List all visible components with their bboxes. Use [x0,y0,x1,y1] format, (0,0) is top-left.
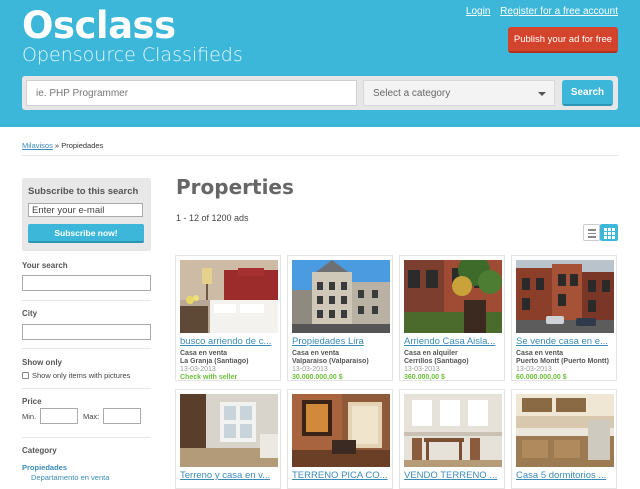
listing-title[interactable]: VENDO TERRENO ... [404,470,504,481]
logo-subtitle: Opensource Classifieds [22,44,243,66]
register-link[interactable]: Register for a free account [500,6,618,17]
breadcrumb-current: Propiedades [61,141,104,150]
your-search-input[interactable] [22,275,151,291]
results-count: 1 - 12 of 1200 ads [176,213,249,223]
listing-date: 13-03-2013 [292,366,328,373]
show-only-label: Show only [22,358,62,367]
listing-location: Puerto Montt (Puerto Montt) [516,358,609,365]
listing-title[interactable]: Propiedades Lira [292,336,392,347]
city-label: City [22,309,38,318]
subscribe-button[interactable]: Subscribe now! [28,224,144,243]
listing-card[interactable]: VENDO TERRENO ... [399,389,505,489]
listing-location: Valparaíso (Valparaíso) [292,358,369,365]
listing-card[interactable]: Terreno y casa en v... [175,389,281,489]
listing-price: 60.000.000,00 $ [516,374,567,381]
listing-photo[interactable] [292,260,390,333]
subscribe-box: Subscribe to this search Enter your e-ma… [22,178,151,251]
listing-title[interactable]: TERRENO PICA CO... [292,470,392,481]
listing-title[interactable]: busco arriendo de c... [180,336,280,347]
listing-title[interactable]: Casa 5 dormitorios ... [516,470,616,481]
email-field[interactable]: Enter your e-mail [28,203,143,217]
account-links: Login Register for a free account [459,6,618,17]
site-header: Osclass Opensource Classifieds Login Reg… [0,0,640,127]
login-link[interactable]: Login [466,6,490,17]
search-input[interactable]: ie. PHP Programmer [26,80,357,106]
listing-card[interactable]: busco arriendo de c... Casa en venta La … [175,255,281,381]
listing-title[interactable]: Terreno y casa en v... [180,470,280,481]
pictures-checkbox-label: Show only items with pictures [32,371,131,380]
listing-location: La Granja (Santiago) [180,358,249,365]
listing-photo[interactable] [404,394,502,467]
breadcrumb-separator: » [52,141,62,150]
listing-title[interactable]: Arriendo Casa Aisla... [404,336,504,347]
chevron-down-icon [538,92,546,96]
category-label: Category [22,446,57,455]
category-link-propiedades[interactable]: Propiedades [22,463,67,472]
listing-photo[interactable] [180,394,278,467]
search-button[interactable]: Search [562,80,613,106]
listing-card[interactable]: TERRENO PICA CO... [287,389,393,489]
divider [22,437,151,438]
price-label: Price [22,397,42,406]
city-input[interactable] [22,324,151,340]
listing-price: 360.000,00 $ [404,374,445,381]
listing-photo[interactable] [404,260,502,333]
breadcrumb-home[interactable]: Milavisos [22,141,53,150]
listing-type: Casa en venta [516,350,564,357]
divider [22,300,151,301]
listing-location: Cerrillos (Santiago) [404,358,469,365]
listing-title[interactable]: Se vende casa en e... [516,336,616,347]
listing-card[interactable]: Casa 5 dormitorios ... [511,389,617,489]
logo-title[interactable]: Osclass [22,4,176,47]
listing-card[interactable]: Propiedades Lira Casa en venta Valparaís… [287,255,393,381]
category-link-departamento[interactable]: Departamento en venta [31,473,109,482]
pictures-filter[interactable]: Show only items with pictures [22,371,130,380]
divider [22,348,151,349]
page-title: Properties [176,175,294,199]
publish-ad-button[interactable]: Publish your ad for free [508,27,618,53]
listing-card[interactable]: Se vende casa en e... Casa en venta Puer… [511,255,617,381]
your-search-label: Your search [22,261,68,270]
listing-photo[interactable] [516,394,614,467]
pictures-checkbox[interactable] [22,372,29,379]
category-select-label: Select a category [373,87,451,99]
listing-photo[interactable] [516,260,614,333]
divider [22,388,151,389]
search-bar: ie. PHP Programmer Select a category Sea… [22,76,618,110]
listing-type: Casa en venta [180,350,228,357]
listing-date: 13-03-2013 [516,366,552,373]
category-select[interactable]: Select a category [363,80,555,106]
listing-photo[interactable] [292,394,390,467]
listing-photo[interactable] [180,260,278,333]
list-view-button[interactable] [583,224,600,241]
subscribe-title: Subscribe to this search [28,186,139,197]
divider [22,155,618,156]
grid-view-button[interactable] [600,224,618,241]
listing-price: 30.000.000,00 $ [292,374,343,381]
min-price-input[interactable] [40,408,78,424]
listing-date: 13-03-2013 [404,366,440,373]
listing-date: 13-03-2013 [180,366,216,373]
min-label: Min. [22,412,37,421]
listing-card[interactable]: Arriendo Casa Aisla... Casa en alquiler … [399,255,505,381]
listing-type: Casa en alquiler [404,350,458,357]
breadcrumb: Milavisos » Propiedades [22,141,103,150]
max-label: Max: [83,412,100,421]
max-price-input[interactable] [103,408,141,424]
listing-price: Check with seller [180,374,238,381]
listing-type: Casa en venta [292,350,340,357]
